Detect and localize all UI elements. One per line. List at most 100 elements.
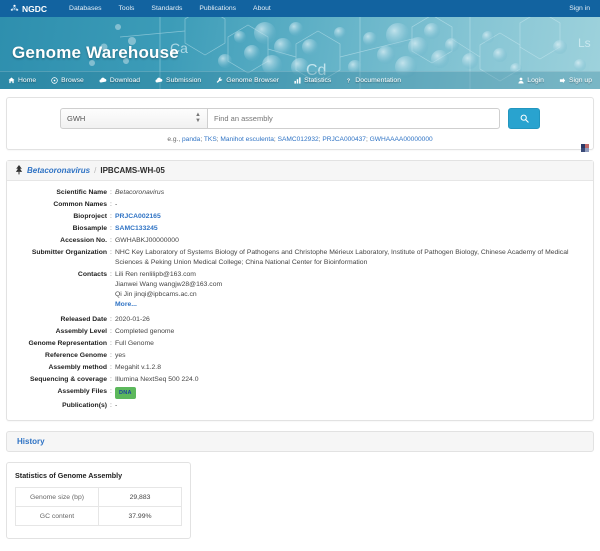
row-colon: :	[107, 269, 115, 311]
nav-label-genome-browser: Genome Browser	[226, 77, 279, 84]
table-row: Scientific Name : Betacoronavirus	[7, 187, 593, 199]
example-link-samc[interactable]: SAMC012932	[278, 136, 319, 143]
table-row: Publication(s) : -	[7, 400, 593, 412]
cloud-download-icon	[99, 77, 107, 84]
search-examples: e.g., panda; TKS; Manihot esculenta; SAM…	[7, 136, 593, 143]
history-title[interactable]: History	[17, 437, 45, 446]
top-navigation-bar: NGDC Databases Tools Standards Publicati…	[0, 0, 600, 17]
table-row: Contacts : Lili Ren renlilipb@163.com Ji…	[7, 269, 593, 311]
row-value-scientific-name: Betacoronavirus	[115, 187, 593, 199]
page-title: Genome Warehouse	[12, 43, 179, 63]
main-navigation-right: Login Sign up	[503, 77, 592, 84]
chevron-updown-icon: ▲▼	[195, 113, 201, 124]
stat-key-genome-size: Genome size (bp)	[16, 488, 99, 507]
nav-item-submission[interactable]: Submission	[155, 77, 201, 84]
row-label-common-names: Common Names	[7, 199, 107, 211]
metadata-section: Scientific Name : Betacoronavirus Common…	[7, 187, 593, 420]
row-colon: :	[107, 247, 115, 269]
row-label-assembly-level: Assembly Level	[7, 326, 107, 338]
metadata-table: Scientific Name : Betacoronavirus Common…	[7, 187, 593, 412]
nav-label-submission: Submission	[166, 77, 201, 84]
wrench-icon	[216, 77, 223, 84]
examples-prefix: e.g.,	[167, 136, 182, 143]
topnav-item-tools[interactable]: Tools	[119, 5, 135, 12]
ngdc-brand[interactable]: NGDC	[10, 4, 47, 14]
nav-item-documentation[interactable]: ? Documentation	[346, 77, 401, 84]
nav-label-statistics: Statistics	[304, 77, 331, 84]
biosample-link[interactable]: SAMC133245	[115, 225, 158, 232]
database-select[interactable]: GWH ▲▼	[60, 108, 208, 129]
row-colon: :	[107, 350, 115, 362]
history-panel[interactable]: History	[6, 431, 594, 452]
contact-item: Lili Ren renlilipb@163.com	[115, 270, 593, 280]
row-colon: :	[107, 386, 115, 400]
example-link-prjca[interactable]: PRJCA000437	[322, 136, 366, 143]
table-row: Sequencing & coverage : Illumina NextSeq…	[7, 374, 593, 386]
genome-assembly-statistics-box: Statistics of Genome Assembly Genome siz…	[6, 462, 191, 539]
row-label-assembly-method: Assembly method	[7, 362, 107, 374]
table-row: Genome Representation : Full Genome	[7, 338, 593, 350]
example-link-panda[interactable]: panda	[182, 136, 200, 143]
nav-item-genome-browser[interactable]: Genome Browser	[216, 77, 279, 84]
example-link-gwh[interactable]: GWHAAAA00000000	[370, 136, 433, 143]
statistics-title: Statistics of Genome Assembly	[15, 471, 182, 480]
row-label-reference-genome: Reference Genome	[7, 350, 107, 362]
nav-item-signup[interactable]: Sign up	[559, 77, 592, 84]
row-value-accession-no: GWHABKJ00000000	[115, 235, 593, 247]
row-label-released-date: Released Date	[7, 311, 107, 326]
database-select-value: GWH	[67, 114, 85, 123]
table-row: Reference Genome : yes	[7, 350, 593, 362]
topnav-item-about[interactable]: About	[253, 5, 271, 12]
stat-key-gc-content: GC content	[16, 507, 99, 526]
dna-badge[interactable]: DNA	[115, 387, 136, 399]
row-value-reference-genome: yes	[115, 350, 593, 362]
row-colon: :	[107, 199, 115, 211]
nav-label-download: Download	[110, 77, 140, 84]
example-link-tks[interactable]: TKS	[204, 136, 217, 143]
molecule-logo-icon	[10, 4, 19, 13]
row-colon: :	[107, 211, 115, 223]
statistics-table: Genome size (bp) 29,883 GC content 37.99…	[15, 487, 182, 526]
stat-value-genome-size: 29,883	[99, 488, 182, 507]
example-link-manihot[interactable]: Manihot esculenta	[220, 136, 274, 143]
row-label-sequencing-coverage: Sequencing & coverage	[7, 374, 107, 386]
row-value-common-names: -	[115, 199, 593, 211]
nav-label-signup: Sign up	[569, 77, 592, 84]
bioproject-link[interactable]: PRJCA002165	[115, 213, 161, 220]
contacts-more-link[interactable]: More...	[115, 300, 137, 310]
row-value-publications: -	[115, 400, 593, 412]
search-input[interactable]	[208, 108, 500, 129]
user-icon	[518, 77, 524, 84]
color-swatch-icon[interactable]	[581, 139, 589, 147]
nav-item-home[interactable]: Home	[8, 77, 36, 84]
search-button[interactable]	[508, 108, 540, 129]
breadcrumb-species[interactable]: Betacoronavirus	[27, 166, 90, 175]
nav-item-statistics[interactable]: Statistics	[294, 77, 331, 84]
breadcrumb-accession: IPBCAMS-WH-05	[100, 166, 164, 175]
sign-in-link[interactable]: Sign in	[569, 5, 590, 12]
nav-item-browse[interactable]: Browse	[51, 77, 84, 84]
topnav-item-publications[interactable]: Publications	[199, 5, 236, 12]
svg-text:Ls: Ls	[578, 36, 591, 50]
row-value-submitter-organization: NHC Key Laboratory of Systems Biology of…	[115, 247, 593, 269]
row-label-submitter-organization: Submitter Organization	[7, 247, 107, 269]
question-icon: ?	[346, 77, 352, 84]
nav-item-login[interactable]: Login	[518, 77, 544, 84]
nav-label-home: Home	[18, 77, 36, 84]
contacts-list: Lili Ren renlilipb@163.com Jianwei Wang …	[115, 269, 593, 311]
main-navigation: Home Browse Download Submission Genome B…	[0, 71, 600, 89]
nav-item-download[interactable]: Download	[99, 77, 140, 84]
topnav-item-databases[interactable]: Databases	[69, 5, 102, 12]
brand-label: NGDC	[22, 4, 47, 14]
row-label-genome-representation: Genome Representation	[7, 338, 107, 350]
table-row: Common Names : -	[7, 199, 593, 211]
row-value-assembly-method: Megahit v.1.2.8	[115, 362, 593, 374]
row-label-contacts: Contacts	[7, 269, 107, 311]
site-banner: Ca Cd Ls Genome Warehouse Home Browse Do…	[0, 17, 600, 89]
search-icon	[520, 110, 529, 128]
row-value-genome-representation: Full Genome	[115, 338, 593, 350]
contact-item: Jianwei Wang wangjw28@163.com	[115, 280, 593, 290]
topnav-item-standards[interactable]: Standards	[151, 5, 182, 12]
breadcrumb-separator: /	[94, 166, 96, 175]
row-label-bioproject: Bioproject	[7, 211, 107, 223]
